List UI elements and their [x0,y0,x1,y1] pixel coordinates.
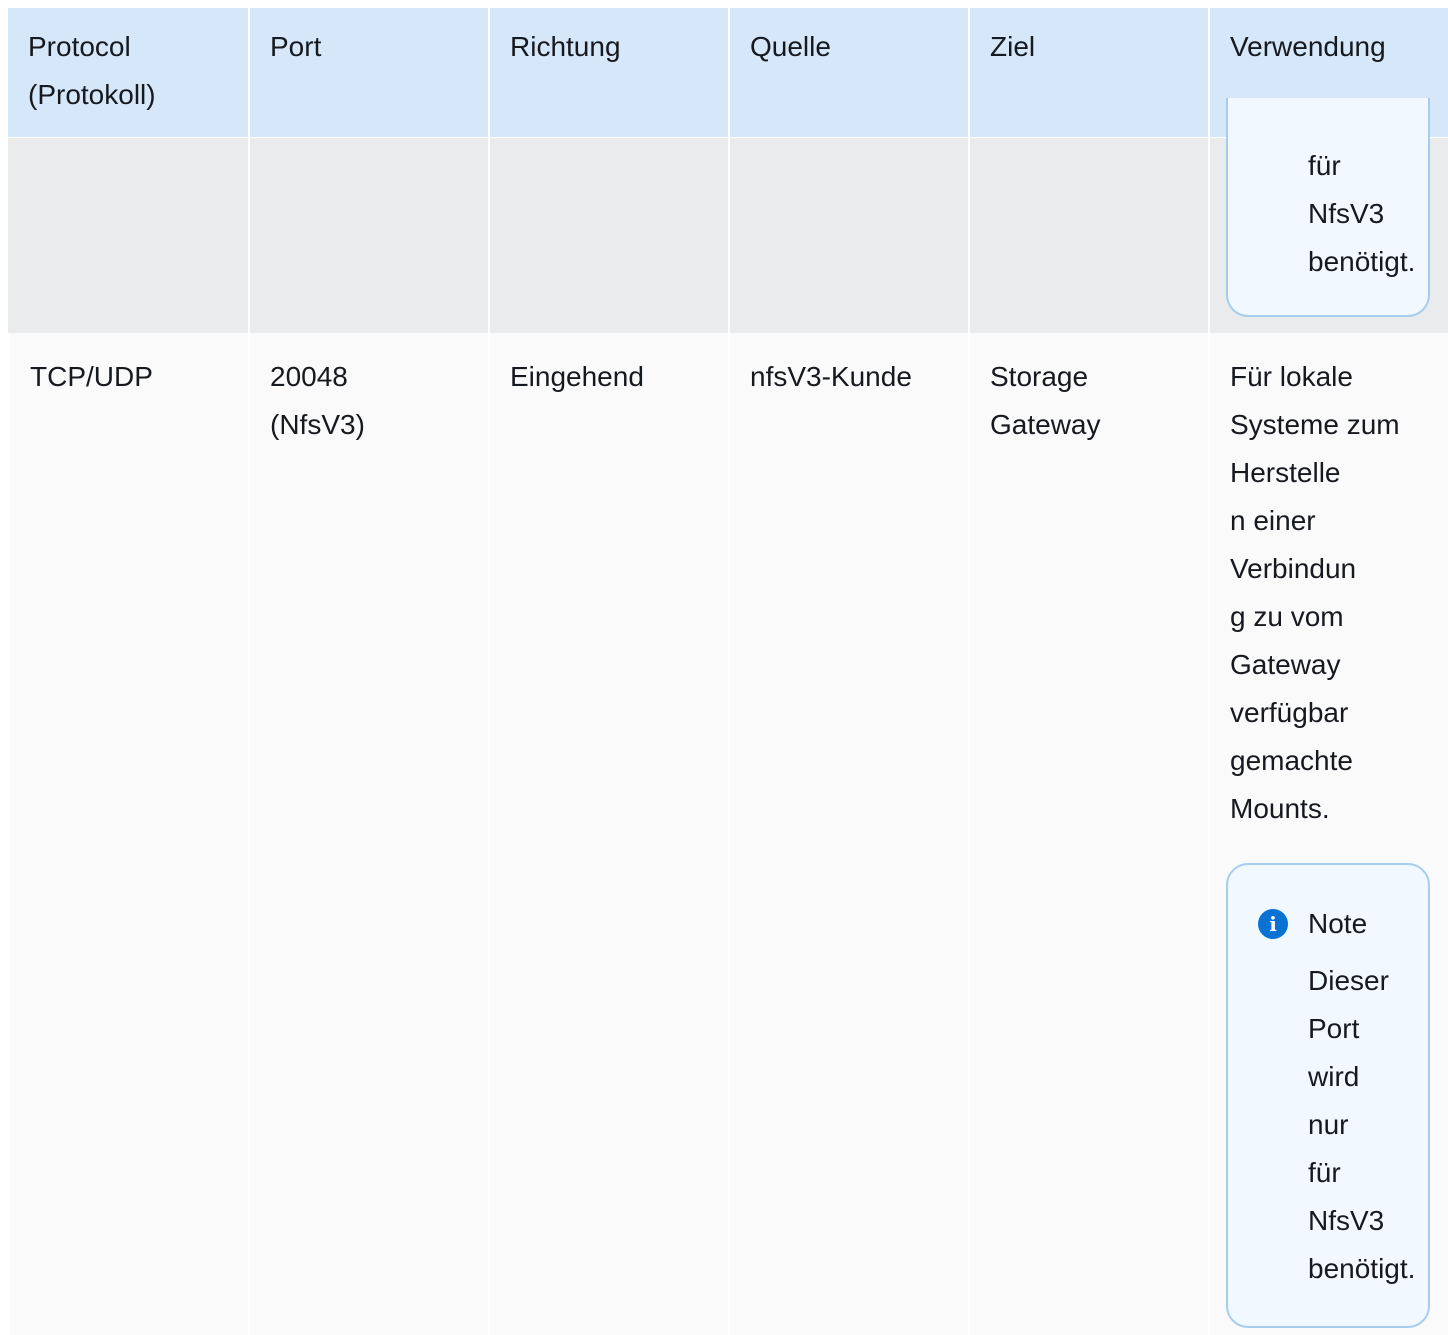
table-row: TCP/UDP 20048 (NfsV3) Eingehend nfsV3-Ku… [8,333,1448,1335]
usage-line: verfügbar [1230,697,1349,728]
usage-line: Für lokale [1230,361,1353,392]
note-line: wird [1308,1061,1360,1092]
note-line: nur [1308,1109,1349,1140]
usage-line: Herstelle [1230,457,1341,488]
table-row-continued: für NfsV3 benötigt. [8,98,1448,333]
note-line: Dieser [1308,965,1389,996]
cell-empty [728,138,968,333]
cell-empty [488,138,728,333]
note-line: NfsV3 [1308,198,1385,229]
note-box-partial: für NfsV3 benötigt. [1226,98,1430,317]
note-title: Note [1308,908,1368,939]
note-line: NfsV3 [1308,1205,1385,1236]
cell-empty [248,138,488,333]
info-icon: i [1258,909,1288,939]
usage-line: n einer [1230,505,1316,536]
note-line: Port [1308,1013,1360,1044]
header-direction: Richtung [488,8,728,137]
ports-table: Protocol (Protokoll) Port Richtung Quell… [8,8,1448,1335]
usage-line: g zu vom [1230,601,1344,632]
header-protocol: Protocol (Protokoll) [28,31,156,110]
cell-source: nfsV3-Kunde [728,333,968,1335]
cell-direction: Eingehend [488,333,728,1335]
usage-line: Mounts. [1230,793,1330,824]
note-line: für [1308,1157,1341,1188]
header-source: Quelle [728,8,968,137]
cell-port: 20048 (NfsV3) [248,333,488,1335]
cell-protocol: TCP/UDP [8,333,248,1335]
usage-line: Gateway [1230,649,1341,680]
header-port: Port [248,8,488,137]
note-body: Dieser Port wird nur für NfsV3 benötigt. [1308,957,1415,1293]
note-box: i Note Dieser Port wird nur für NfsV3 be… [1226,863,1430,1328]
header-target: Ziel [968,8,1208,137]
note-body-partial: für NfsV3 benötigt. [1308,142,1415,286]
cell-empty [8,138,248,333]
note-line: benötigt. [1308,246,1416,277]
note-line: für [1308,150,1341,181]
note-line: benötigt. [1308,1253,1416,1284]
cell-target: Storage Gateway [968,333,1208,1335]
note-header: i Note [1258,900,1367,948]
usage-line: gemachte [1230,745,1353,776]
cell-empty [968,138,1208,333]
usage-line: Systeme zum [1230,409,1400,440]
usage-line: Verbindun [1230,553,1357,584]
